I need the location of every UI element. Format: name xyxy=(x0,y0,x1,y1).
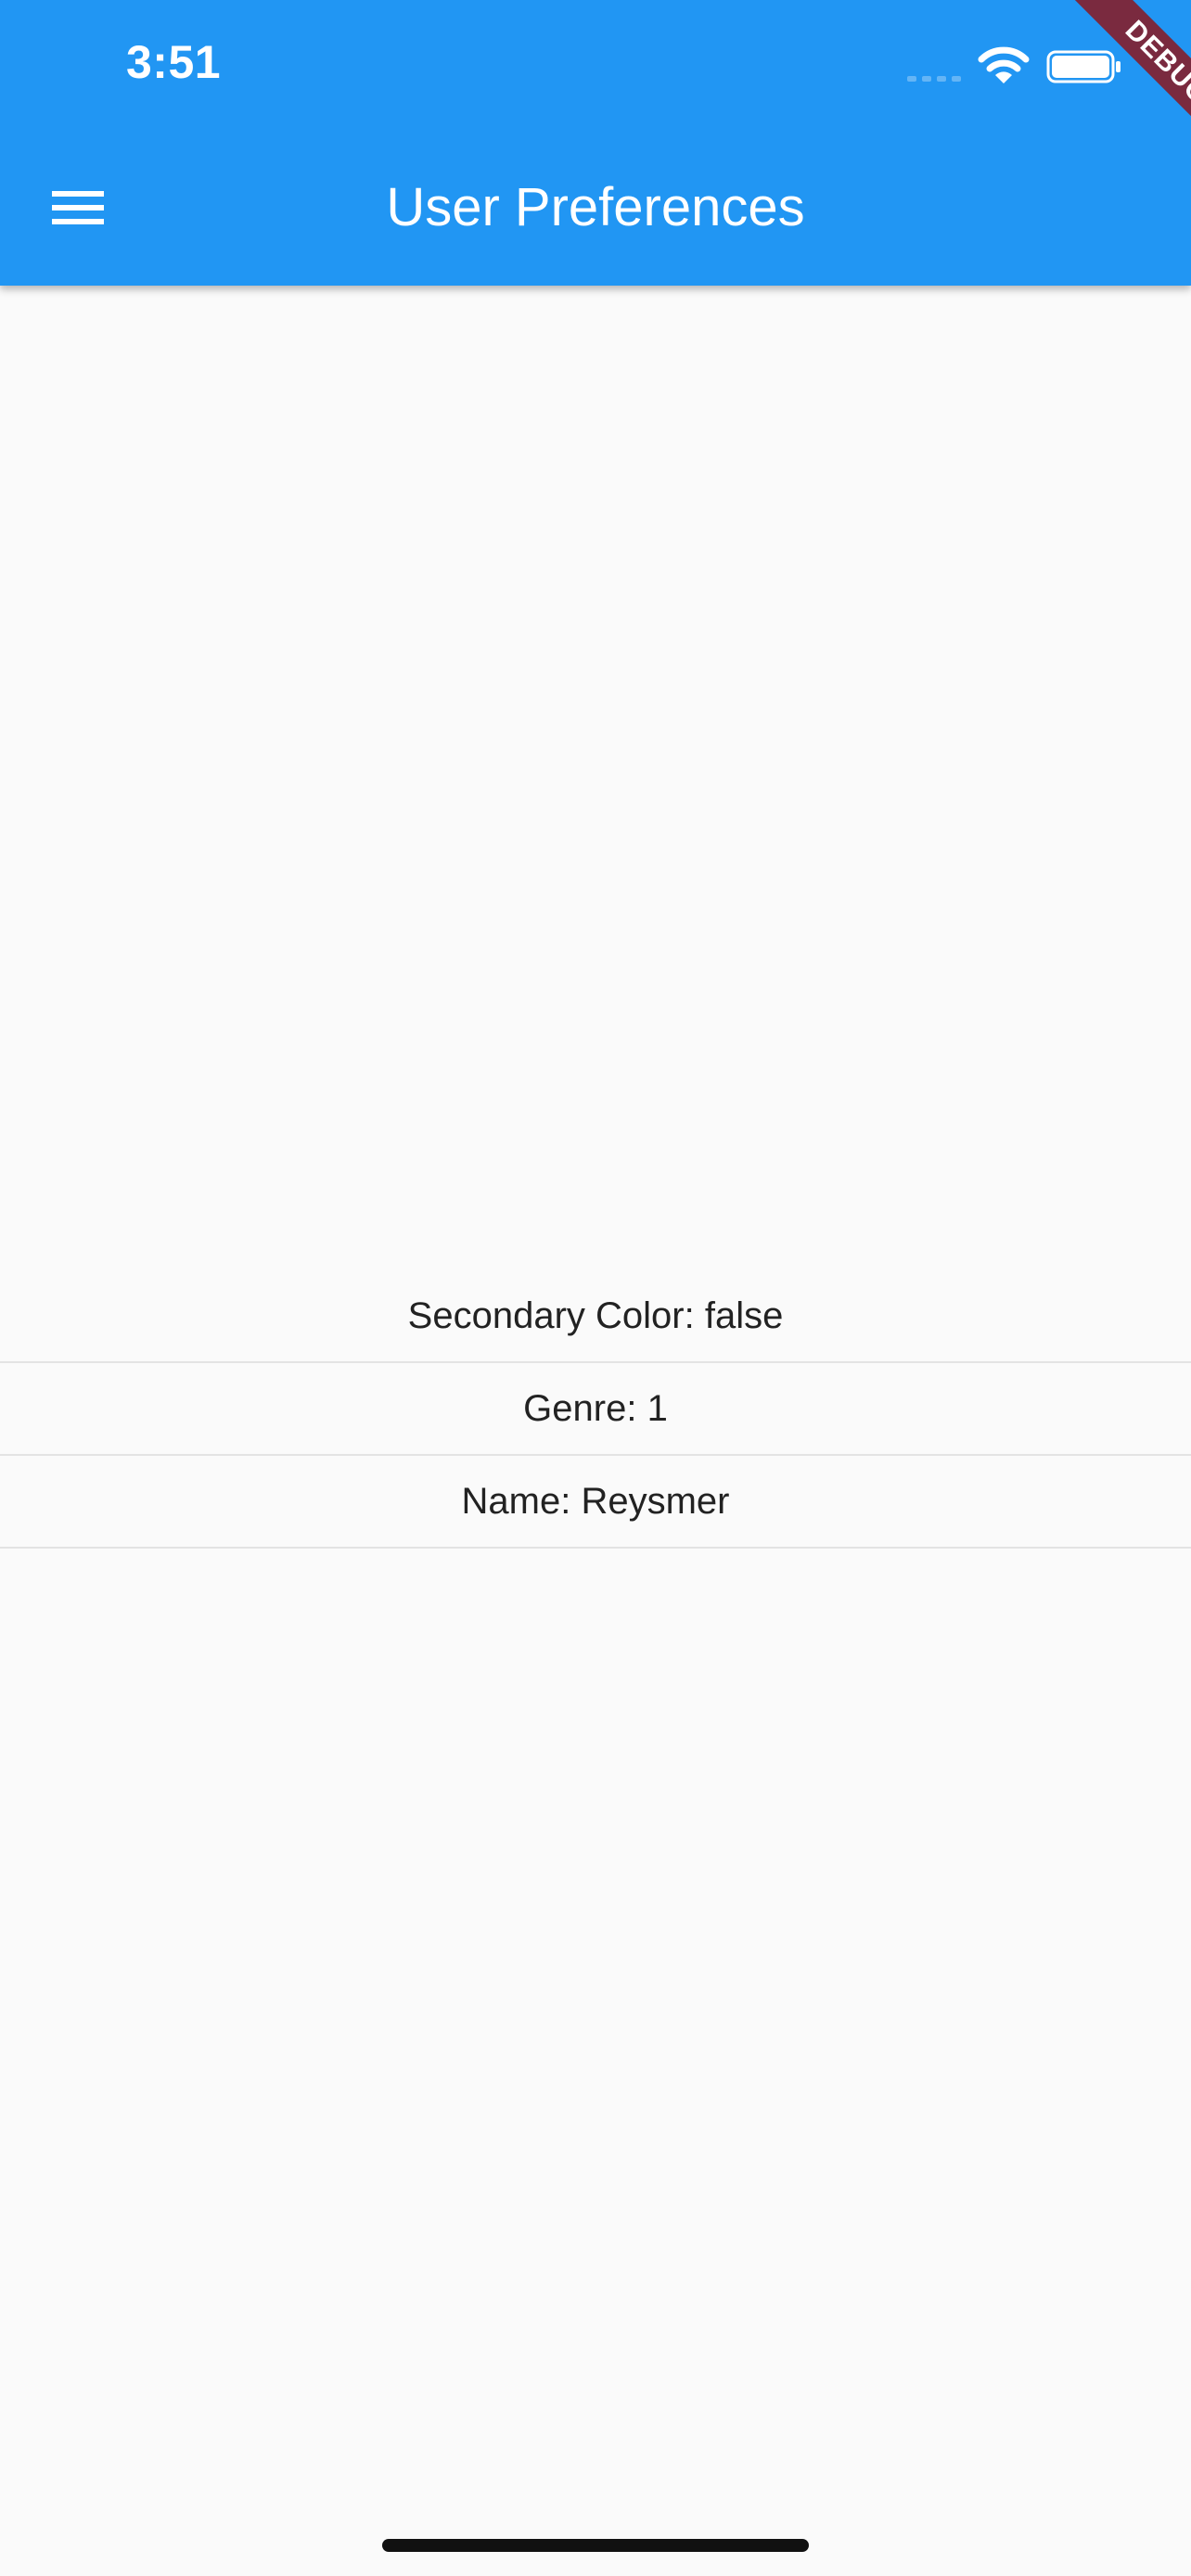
status-time: 3:51 xyxy=(126,36,222,88)
list-item-name: Name: Reysmer xyxy=(0,1456,1191,1549)
debug-banner: DEBUG xyxy=(1015,0,1191,176)
debug-banner-label: DEBUG xyxy=(1054,0,1191,176)
home-indicator xyxy=(382,2539,809,2552)
list-item-text: Name: Reysmer xyxy=(461,1480,730,1522)
list-item-genre: Genre: 1 xyxy=(0,1363,1191,1456)
page-title: User Preferences xyxy=(386,177,805,237)
list-item-secondary-color: Secondary Color: false xyxy=(0,1270,1191,1363)
cellular-signal-icon xyxy=(907,76,961,82)
list-item-text: Genre: 1 xyxy=(523,1387,668,1429)
list-item-text: Secondary Color: false xyxy=(407,1294,784,1336)
preferences-list: Secondary Color: false Genre: 1 Name: Re… xyxy=(0,1270,1191,1549)
app-bar: 3:51 User Preferences xyxy=(0,0,1191,286)
